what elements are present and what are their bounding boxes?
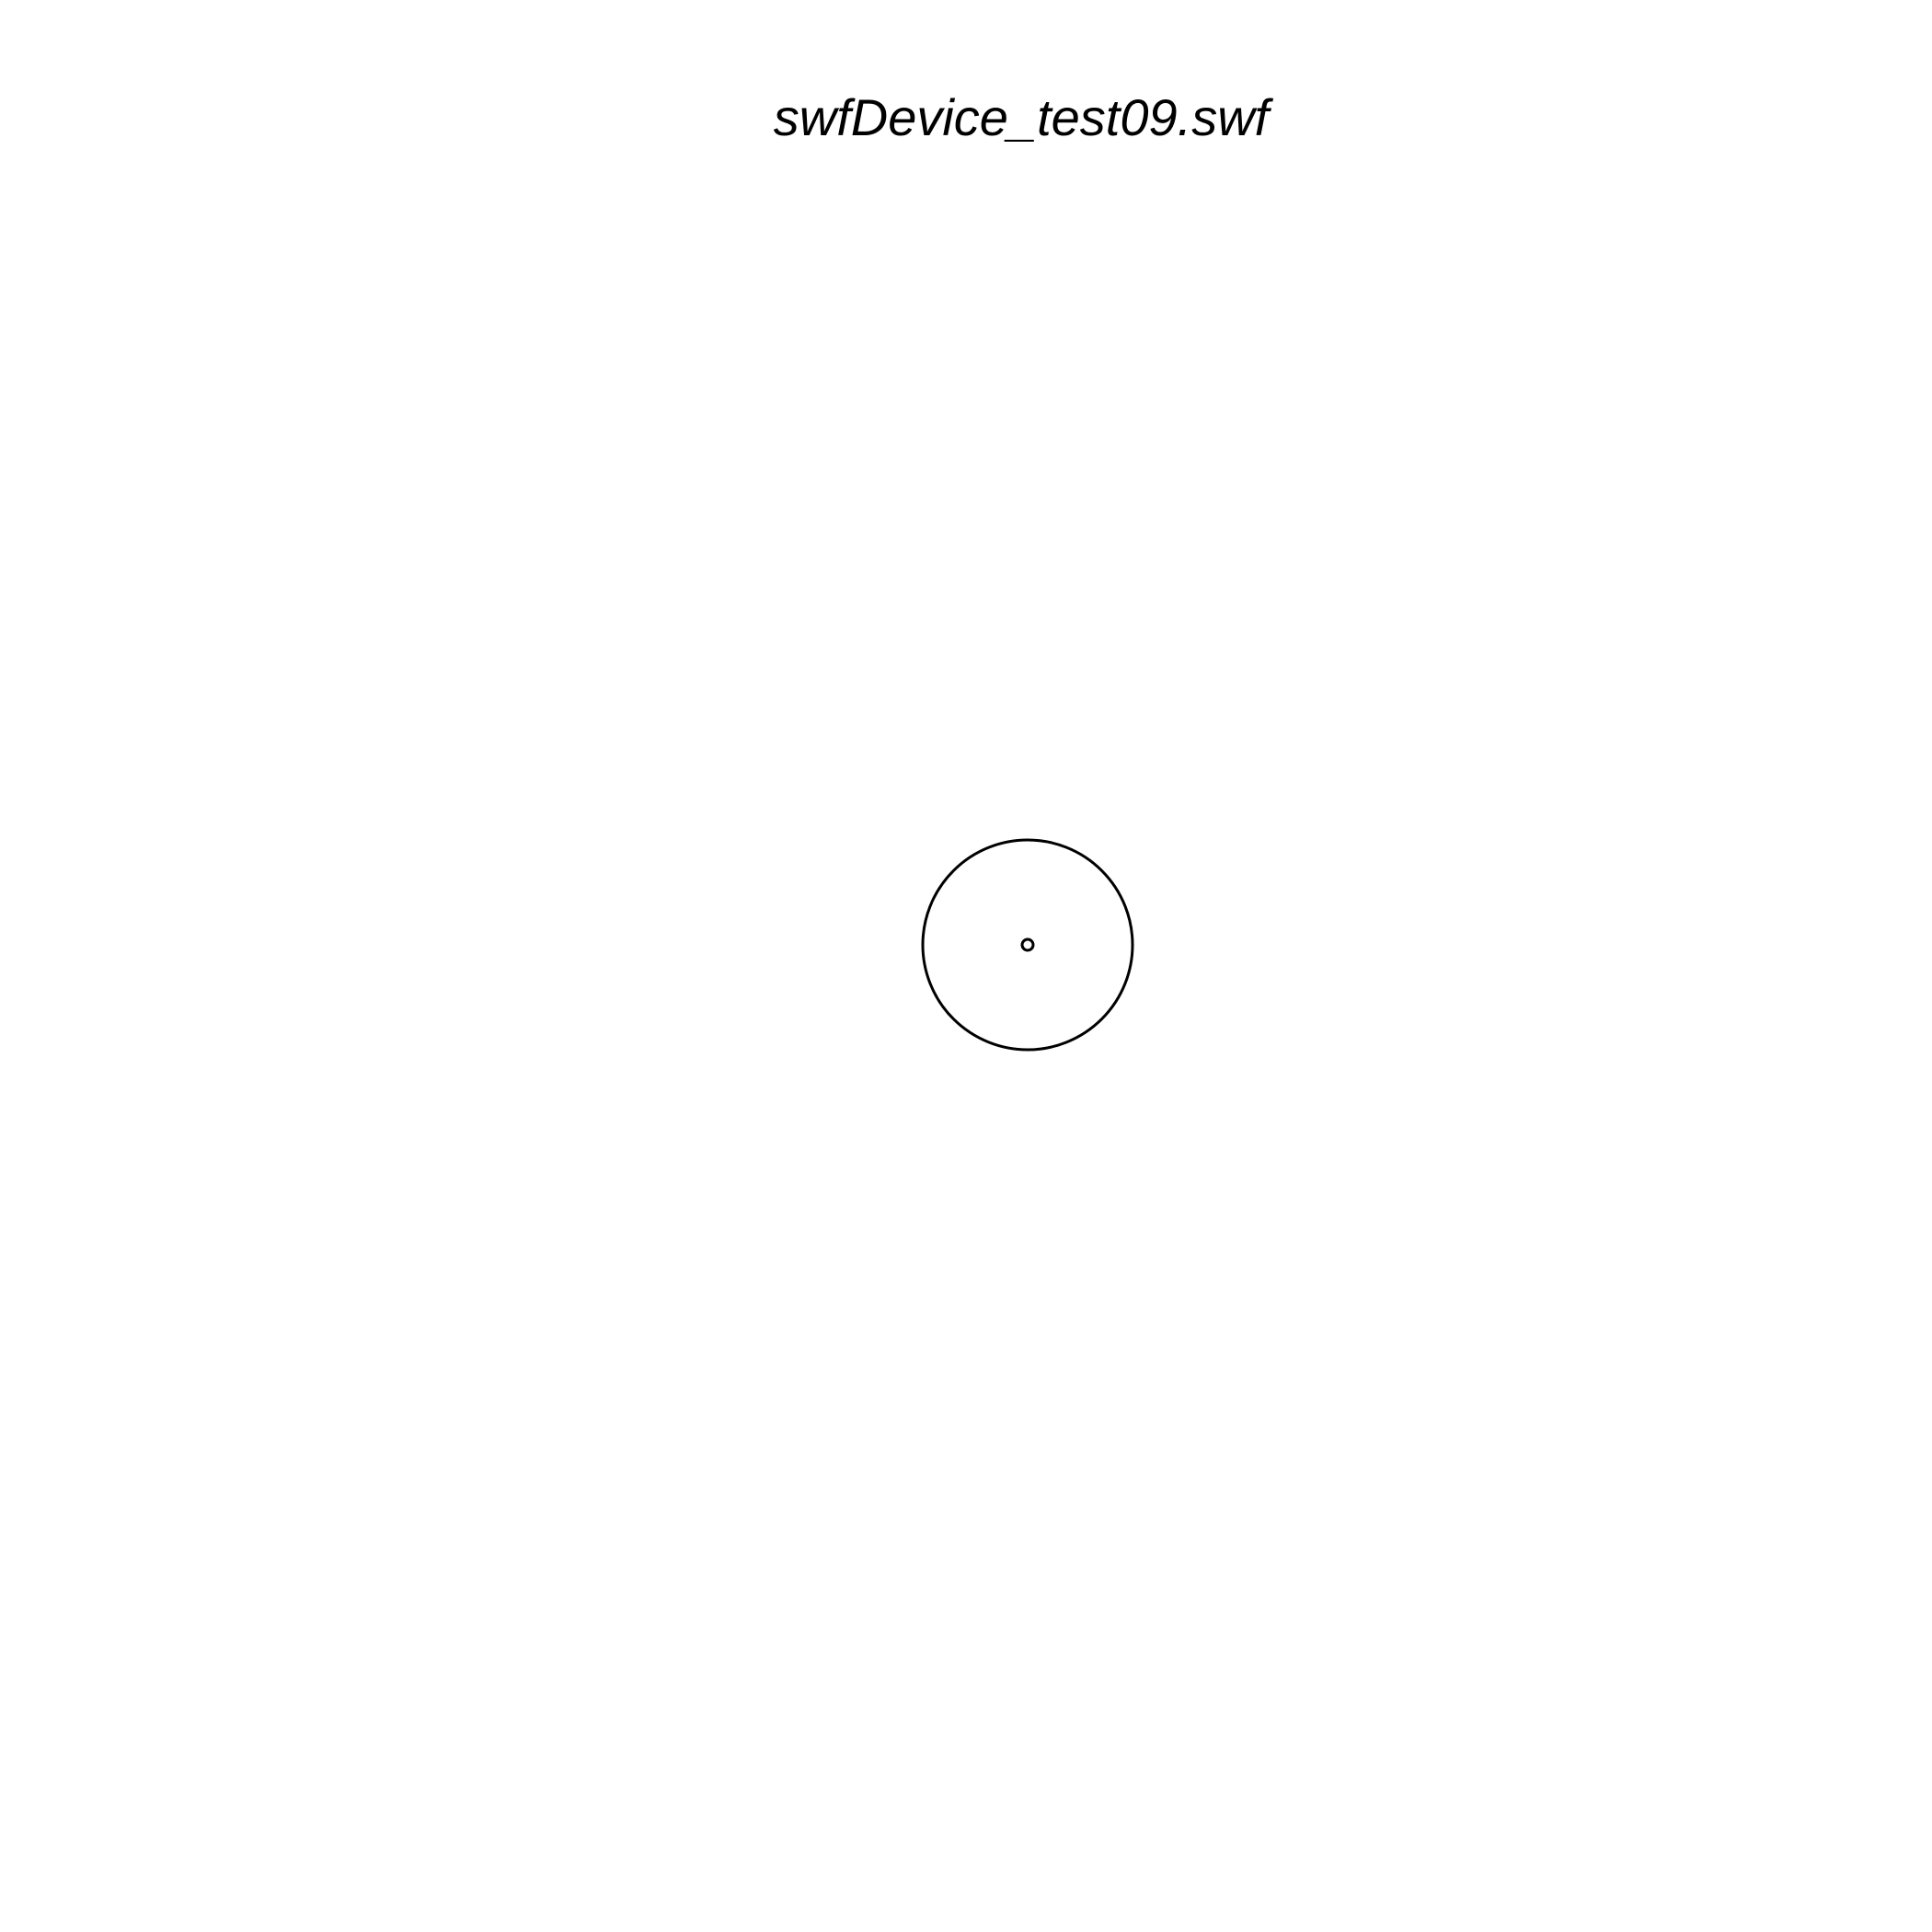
large-circle [921, 838, 1134, 1052]
plot-canvas: swfDevice_test09.swf [0, 0, 1932, 1932]
plot-area [921, 838, 1134, 1052]
small-center-circle [1020, 937, 1035, 952]
